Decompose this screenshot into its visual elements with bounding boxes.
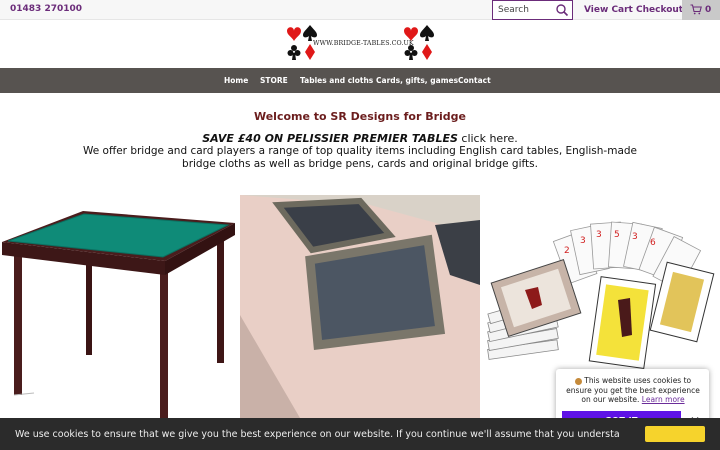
- nav-home[interactable]: Home: [224, 76, 248, 85]
- svg-text:3: 3: [596, 230, 602, 240]
- cookie-icon: [574, 377, 582, 385]
- search-box[interactable]: [492, 0, 573, 20]
- promo-text: SAVE £40 ON PELISSIER PREMIER TABLES: [202, 132, 458, 145]
- promo-line: SAVE £40 ON PELISSIER PREMIER TABLES cli…: [0, 132, 720, 145]
- nav-cards-gifts-games[interactable]: Cards, gifts, games: [376, 76, 458, 85]
- intro-text: We offer bridge and card players a range…: [82, 145, 638, 170]
- top-bar: 01483 270100 View Cart Checkout 0: [0, 0, 720, 20]
- svg-text:6: 6: [650, 238, 656, 248]
- nav-store[interactable]: STORE: [260, 76, 288, 85]
- search-icon[interactable]: [555, 3, 569, 17]
- view-cart-link[interactable]: View Cart: [584, 5, 633, 15]
- svg-text:3: 3: [580, 236, 586, 246]
- main-nav: Home STORE Tables and cloths Cards, gift…: [0, 68, 720, 93]
- learn-more-link[interactable]: Learn more: [642, 395, 685, 404]
- site-logo[interactable]: WWW.BRIDGE-TABLES.CO.UK: [284, 24, 436, 64]
- cookie-popup-message: This website uses cookies to ensure you …: [562, 376, 704, 405]
- svg-text:5: 5: [614, 230, 620, 240]
- promo-link[interactable]: click here.: [461, 132, 517, 145]
- phone-number[interactable]: 01483 270100: [10, 4, 82, 14]
- bridge-cloth-picture: [240, 195, 480, 418]
- cart-button[interactable]: 0: [682, 0, 720, 20]
- nav-contact[interactable]: Contact: [458, 76, 491, 85]
- logo-url-text: WWW.BRIDGE-TABLES.CO.UK: [313, 40, 414, 47]
- bridge-cloth-image[interactable]: [240, 195, 480, 418]
- svg-text:3: 3: [632, 232, 638, 242]
- checkout-link[interactable]: Checkout: [636, 5, 683, 15]
- cart-count: 0: [705, 5, 712, 15]
- cookie-bar-text: We use cookies to ensure that we give yo…: [15, 429, 620, 440]
- welcome-heading: Welcome to SR Designs for Bridge: [253, 110, 467, 123]
- svg-text:2: 2: [564, 246, 570, 256]
- cart-icon: [690, 4, 702, 15]
- search-input[interactable]: [493, 1, 555, 19]
- cookie-bar: We use cookies to ensure that we give yo…: [0, 418, 720, 450]
- cookie-bar-button[interactable]: [645, 426, 705, 442]
- page: 01483 270100 View Cart Checkout 0: [0, 0, 720, 450]
- nav-tables-and-cloths[interactable]: Tables and cloths: [300, 76, 373, 85]
- card-table-picture: [0, 195, 240, 418]
- card-table-image[interactable]: [0, 195, 240, 418]
